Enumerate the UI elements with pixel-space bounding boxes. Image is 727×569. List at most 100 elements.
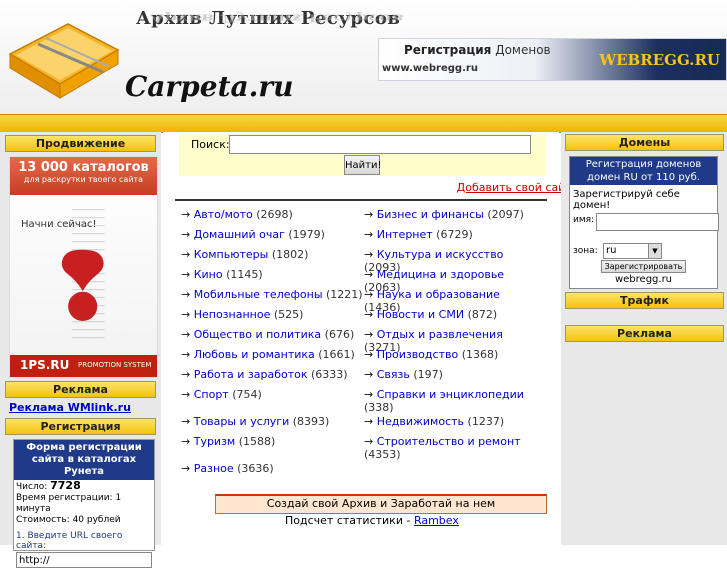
category-link[interactable]: Недвижимость [377,415,464,428]
site-url-input[interactable] [16,552,152,568]
category-item: → Непознанное (525) [181,308,303,321]
rambex-link[interactable]: Rambex [414,514,459,527]
arrow-right-icon: → [364,368,374,381]
arrow-right-icon: → [364,208,374,221]
arrow-right-icon: → [181,288,191,301]
category-item: → Компьютеры (1802) [181,248,308,261]
category-link[interactable]: Справки и энциклопедии [377,388,524,401]
mascot-figure-icon: ❢ [45,234,121,340]
url-step-label: 1. Введите URL своего сайта: [16,531,123,551]
category-link[interactable]: Производство [377,348,458,361]
promo-section-title: Продвижение [5,135,156,152]
arrow-right-icon: → [364,228,374,241]
category-item: → Новости и СМИ (872) [364,308,497,321]
category-link[interactable]: Работа и заработок [194,368,308,381]
create-archive-button[interactable]: Создай свой Архив и Заработай на нем [215,494,547,514]
category-link[interactable]: Непознанное [194,308,271,321]
category-link[interactable]: Авто/мото [194,208,253,221]
promo-subtitle: для раскрутки твоего сайта [23,175,144,184]
category-count: (872) [467,308,498,321]
arrow-right-icon: → [181,208,191,221]
category-link[interactable]: Культура и искусство [377,248,504,261]
arrow-right-icon: → [181,268,191,281]
register-domain-button[interactable]: Зарегистрировать [601,260,686,273]
catalog-registration-form: Форма регистрации сайта в каталогах Руне… [13,439,155,568]
arrow-right-icon: → [181,308,191,321]
category-item: → Общество и политика (676) [181,328,356,341]
promo-banner[interactable]: 13 000 каталогов для раскрутки твоего са… [9,156,158,378]
category-count: (1237) [467,415,505,428]
category-item: → Бизнес и финансы (2097) [364,208,524,221]
category-item: → Связь (197) [364,368,443,381]
search-panel: Поиск: Найти! [179,134,546,176]
promo-brand: 1PS.RU [20,358,70,372]
category-link[interactable]: Наука и образование [377,288,500,301]
banner-url: www.webregg.ru [382,63,478,74]
category-link[interactable]: Отдых и развлечения [377,328,503,341]
arrow-right-icon: → [181,328,191,341]
category-link[interactable]: Интернет [377,228,433,241]
category-link[interactable]: Товары и услуги [194,415,290,428]
category-link[interactable]: Компьютеры [194,248,269,261]
registration-time: Время регистрации: 1 минута [16,493,122,514]
domain-name-input[interactable] [596,213,719,231]
promo-call-to-action: Начни сейчас! [21,219,97,230]
category-count: (1802) [271,248,309,261]
arrow-right-icon: → [181,462,191,475]
category-count: (2097) [487,208,524,221]
stats-line: Подсчет статистики - Rambex [285,514,459,527]
arrow-right-icon: → [364,268,374,281]
category-item: → Интернет (6729) [364,228,473,241]
category-item: → Строительство и ремонт (4353) [364,435,539,461]
category-link[interactable]: Связь [377,368,410,381]
arrow-right-icon: → [364,328,374,341]
category-link[interactable]: Домашний очаг [194,228,285,241]
category-count: (3636) [237,462,274,475]
arrow-right-icon: → [364,435,374,448]
category-count: (197) [413,368,443,381]
dropdown-arrow-icon: ▼ [648,244,661,258]
arrow-right-icon: → [364,348,374,361]
stats-text: Подсчет статистики - [285,514,414,527]
site-header: Архив Лутших Ресурсов Архив Лутших Ресур… [0,0,727,114]
site-name-logo[interactable]: Carpeta.ru [125,70,294,103]
category-link[interactable]: Спорт [194,388,229,401]
traffic-section-title: Трафик [565,292,724,309]
category-item: → Производство (1368) [364,348,498,361]
category-link[interactable]: Кино [194,268,223,281]
search-button[interactable]: Найти! [344,155,381,175]
category-item: → Домашний очаг (1979) [181,228,325,241]
category-count: (1661) [318,348,355,361]
category-count: (1588) [238,435,276,448]
banner-title-rest: Доменов [491,43,551,57]
search-input[interactable] [229,135,531,154]
domain-widget-footer: webregg.ru [614,274,673,285]
domain-name-row: имя: [570,213,719,235]
category-link[interactable]: Медицина и здоровье [377,268,504,281]
domain-zone-select[interactable]: ru ▼ [603,243,662,259]
category-count: (1979) [288,228,325,241]
category-link[interactable]: Бизнес и финансы [377,208,484,221]
search-label: Поиск: [191,138,230,151]
category-link[interactable]: Мобильные телефоны [194,288,323,301]
category-link[interactable]: Разное [194,462,234,475]
arrow-right-icon: → [364,308,374,321]
category-link[interactable]: Туризм [194,435,236,448]
promo-banner-header: 13 000 каталогов для раскрутки твоего са… [10,157,157,195]
catalog-count-value: 7728 [50,479,81,492]
category-count: (1145) [226,268,263,281]
wmlink-ad-link[interactable]: Реклама WMlink.ru [9,401,131,414]
arrow-right-icon: → [364,388,374,401]
domain-zone-label: зона: [573,246,598,256]
domain-registration-banner[interactable]: Регистрация Доменов www.webregg.ru WEBRE… [378,38,727,81]
category-link[interactable]: Новости и СМИ [377,308,464,321]
registration-section-title: Регистрация [5,418,156,435]
promo-count: 13 000 каталогов [18,160,149,175]
category-link[interactable]: Общество и политика [194,328,321,341]
arrow-right-icon: → [181,228,191,241]
category-item: → Недвижимость (1237) [364,415,504,428]
category-link[interactable]: Любовь и романтика [194,348,315,361]
arrow-right-icon: → [364,288,374,301]
category-link[interactable]: Строительство и ремонт [377,435,521,448]
arrow-right-icon: → [181,435,191,448]
